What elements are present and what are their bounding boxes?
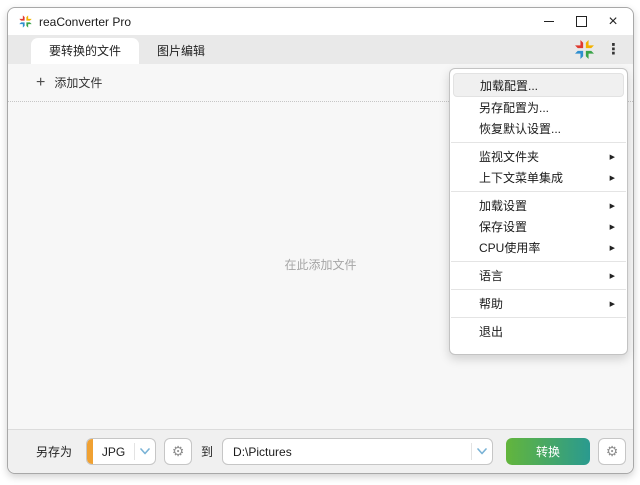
format-settings-button[interactable]: ⚙ [164,438,192,465]
convert-button-label: 转换 [536,443,560,460]
chevron-down-icon [472,448,492,455]
menu-separator [451,289,626,290]
menu-separator [451,142,626,143]
destination-folder-select[interactable]: D:\Pictures [222,438,493,465]
minimize-icon [544,21,554,22]
menu-item-label: 保存设置 [479,218,604,235]
close-button[interactable]: × [597,9,629,34]
submenu-arrow-icon: ▶ [610,223,615,231]
conversion-bar: 另存为 JPG ⚙ 到 D:\Pictures 转换 ⚙ [8,429,633,473]
conversion-settings-button[interactable]: ⚙ [598,438,626,465]
menu-item-label: 退出 [479,323,615,340]
menu-item-label: 上下文菜单集成 [479,169,604,186]
submenu-arrow-icon: ▶ [610,202,615,210]
submenu-arrow-icon: ▶ [610,174,615,182]
menu-separator [451,191,626,192]
maximize-button[interactable] [565,9,597,34]
tab-image-editing[interactable]: 图片编辑 [139,38,223,64]
window-title: reaConverter Pro [39,15,131,29]
menu-item-cpu-usage[interactable]: CPU使用率 ▶ [450,237,627,258]
submenu-arrow-icon: ▶ [610,244,615,252]
menu-item-label: 另存配置为... [479,99,615,116]
menu-item-label: 加载设置 [479,197,604,214]
app-logo-icon [18,14,33,29]
menu-separator [451,261,626,262]
menu-item-save-configuration-as[interactable]: 另存配置为... [450,97,627,118]
minimize-button[interactable] [533,9,565,34]
submenu-arrow-icon: ▶ [610,153,615,161]
menu-item-label: 恢复默认设置... [479,120,615,137]
menu-item-label: 帮助 [479,295,604,312]
menu-separator [451,317,626,318]
menu-item-language[interactable]: 语言 ▶ [450,265,627,286]
tab-label: 图片编辑 [157,44,205,58]
menu-item-label: 监视文件夹 [479,148,604,165]
gear-icon: ⚙ [172,444,185,460]
menu-item-context-menu-integration[interactable]: 上下文菜单集成 ▶ [450,167,627,188]
add-files-label: 添加文件 [54,74,102,91]
menu-item-watch-folders[interactable]: 监视文件夹 ▶ [450,146,627,167]
submenu-arrow-icon: ▶ [610,272,615,280]
submenu-arrow-icon: ▶ [610,300,615,308]
overflow-menu-button[interactable]: ⋮ [603,42,624,57]
settings-dropdown-menu: 加载配置... 另存配置为... 恢复默认设置... 监视文件夹 ▶ 上下文菜单… [449,68,628,355]
tabbar-right: ⋮ [573,38,633,61]
convert-button[interactable]: 转换 [506,438,590,465]
menu-item-restore-default-settings[interactable]: 恢复默认设置... [450,118,627,139]
menu-item-load-configuration[interactable]: 加载配置... [453,73,624,97]
to-label: 到 [201,443,213,460]
titlebar: reaConverter Pro × [8,8,633,35]
output-format-value: JPG [93,445,134,459]
menu-item-exit[interactable]: 退出 [450,321,627,342]
tab-files-to-convert[interactable]: 要转换的文件 [31,38,139,64]
plus-icon: + [36,76,45,90]
destination-path-value: D:\Pictures [223,445,471,459]
tab-label: 要转换的文件 [49,44,121,58]
reaconverter-logo-icon [573,38,596,61]
menu-item-label: 语言 [479,267,604,284]
menu-item-load-settings[interactable]: 加载设置 ▶ [450,195,627,216]
menu-item-save-settings[interactable]: 保存设置 ▶ [450,216,627,237]
tab-bar: 要转换的文件 图片编辑 ⋮ [8,35,633,64]
menu-item-label: 加载配置... [480,77,611,94]
app-window: reaConverter Pro × 要转换的文件 图片编辑 ⋮ + 添加文件 [7,7,634,474]
menu-item-help[interactable]: 帮助 ▶ [450,293,627,314]
output-format-select[interactable]: JPG [86,438,156,465]
close-icon: × [608,14,617,30]
menu-item-label: CPU使用率 [479,239,604,256]
gear-icon: ⚙ [606,444,619,460]
chevron-down-icon [135,448,155,455]
save-as-label: 另存为 [36,443,72,460]
maximize-icon [576,16,587,27]
